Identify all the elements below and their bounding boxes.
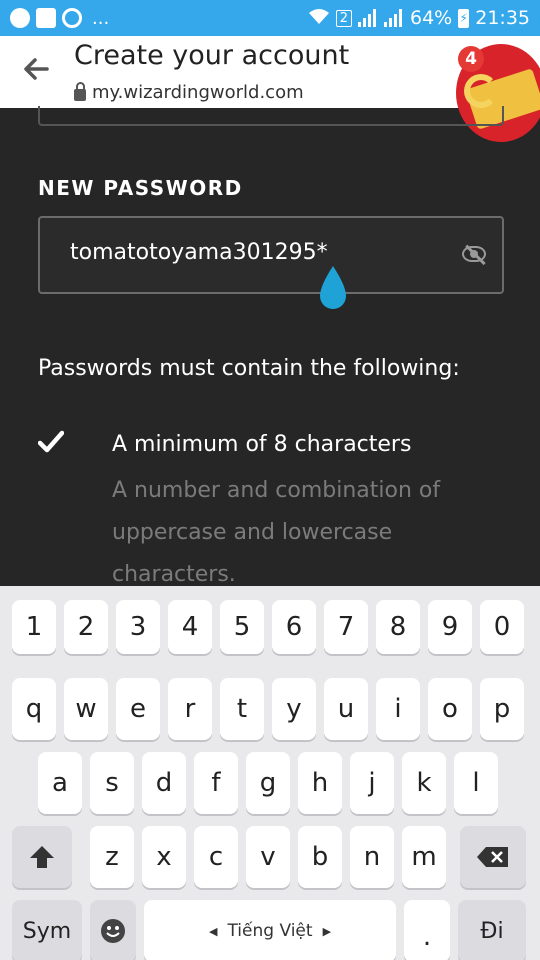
letter-key-k[interactable]: k (402, 752, 446, 814)
letter-key-w[interactable]: w (64, 678, 108, 740)
letter-key-p[interactable]: p (480, 678, 524, 740)
letter-key-m[interactable]: m (402, 826, 446, 888)
letter-key-y[interactable]: y (272, 678, 316, 740)
number-key-1[interactable]: 1 (12, 600, 56, 654)
clock: 21:35 (475, 7, 530, 29)
language-right-icon: ▶ (322, 924, 332, 938)
eye-slash-icon[interactable] (462, 246, 486, 262)
emoji-key[interactable] (90, 900, 136, 960)
signal-icon-2 (384, 9, 404, 27)
text-cursor-handle[interactable] (318, 266, 348, 310)
letter-key-v[interactable]: v (246, 826, 290, 888)
letter-key-r[interactable]: r (168, 678, 212, 740)
period-key[interactable]: . (404, 900, 450, 960)
soft-keyboard: 1234567890 qwertyuiop asdfghjkl zxcvbnm Sym… (0, 586, 540, 960)
requirements-title: Passwords must contain the following: (38, 356, 460, 381)
number-key-4[interactable]: 4 (168, 600, 212, 654)
shift-key[interactable] (12, 826, 72, 888)
shift-icon (30, 846, 54, 868)
number-key-2[interactable]: 2 (64, 600, 108, 654)
url-text: my.wizardingworld.com (92, 82, 304, 103)
requirement-mixed-case: A number and combination of uppercase an… (112, 478, 441, 587)
sickle-icon (464, 74, 498, 108)
battery-charging-icon: ⚡ (458, 8, 470, 28)
emoji-icon (101, 919, 125, 943)
chat-head-badge: 4 (458, 46, 484, 72)
backspace-key[interactable] (460, 826, 526, 888)
battery-percent: 64% (410, 7, 453, 29)
letter-key-u[interactable]: u (324, 678, 368, 740)
sim-badge: 2 (335, 9, 352, 27)
letter-key-q[interactable]: q (12, 678, 56, 740)
overflow-indicator: ... (92, 7, 110, 29)
number-key-5[interactable]: 5 (220, 600, 264, 654)
space-key[interactable]: ◀ Tiếng Việt ▶ (144, 900, 396, 960)
signal-icon (358, 9, 378, 27)
wifi-icon (308, 7, 330, 30)
check-icon (38, 430, 64, 453)
page-title: Create your account (74, 40, 350, 71)
number-key-6[interactable]: 6 (272, 600, 316, 654)
screen-recorder-icon (62, 8, 82, 28)
lock-icon (74, 81, 86, 101)
password-value: tomatotoyama301295* (70, 240, 328, 265)
letter-key-j[interactable]: j (350, 752, 394, 814)
requirement-min-length: A minimum of 8 characters (112, 432, 412, 457)
number-key-7[interactable]: 7 (324, 600, 368, 654)
letter-key-d[interactable]: d (142, 752, 186, 814)
backspace-icon (477, 847, 508, 867)
number-key-0[interactable]: 0 (480, 600, 524, 654)
letter-key-i[interactable]: i (376, 678, 420, 740)
letter-key-l[interactable]: l (454, 752, 498, 814)
number-key-8[interactable]: 8 (376, 600, 420, 654)
letter-key-o[interactable]: o (428, 678, 472, 740)
previous-input-field[interactable] (38, 106, 504, 126)
sym-key[interactable]: Sym (12, 900, 82, 960)
letter-key-n[interactable]: n (350, 826, 394, 888)
messenger-icon (10, 8, 30, 28)
letter-key-z[interactable]: z (90, 826, 134, 888)
letter-key-a[interactable]: a (38, 752, 82, 814)
letter-key-h[interactable]: h (298, 752, 342, 814)
number-key-3[interactable]: 3 (116, 600, 160, 654)
back-arrow-icon[interactable] (18, 54, 54, 90)
gallery-icon (36, 8, 56, 28)
go-key[interactable]: Đi (458, 900, 526, 960)
letter-key-g[interactable]: g (246, 752, 290, 814)
letter-key-e[interactable]: e (116, 678, 160, 740)
letter-key-x[interactable]: x (142, 826, 186, 888)
language-label: Tiếng Việt (227, 921, 313, 941)
letter-key-f[interactable]: f (194, 752, 238, 814)
letter-key-t[interactable]: t (220, 678, 264, 740)
url-bar[interactable]: my.wizardingworld.com (74, 81, 304, 103)
number-key-9[interactable]: 9 (428, 600, 472, 654)
letter-key-s[interactable]: s (90, 752, 134, 814)
password-label: NEW PASSWORD (38, 176, 243, 200)
password-input[interactable]: tomatotoyama301295* (38, 216, 504, 294)
letter-key-b[interactable]: b (298, 826, 342, 888)
language-left-icon: ◀ (208, 924, 218, 938)
status-bar: ... 2 64% ⚡ 21:35 (0, 0, 540, 36)
letter-key-c[interactable]: c (194, 826, 238, 888)
